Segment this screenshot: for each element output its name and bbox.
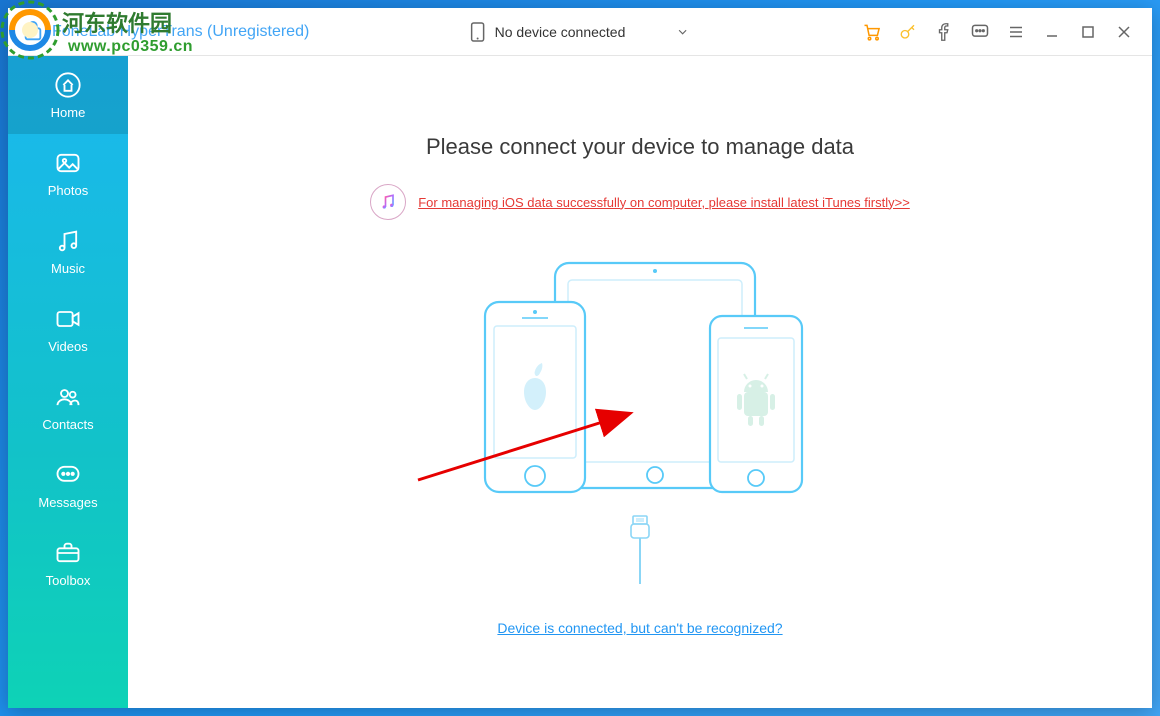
sidebar-item-label: Contacts	[42, 417, 93, 432]
cart-icon	[862, 22, 882, 42]
itunes-install-link[interactable]: For managing iOS data successfully on co…	[418, 195, 910, 210]
chat-icon	[970, 22, 990, 42]
cart-button[interactable]	[854, 14, 890, 50]
messages-icon	[54, 461, 82, 489]
device-selector-dropdown[interactable]: No device connected	[457, 16, 704, 48]
music-icon	[54, 227, 82, 255]
sidebar-item-label: Videos	[48, 339, 88, 354]
sidebar-item-label: Photos	[48, 183, 88, 198]
phone-icon	[471, 22, 485, 42]
contacts-icon	[54, 383, 82, 411]
device-not-recognized-link[interactable]: Device is connected, but can't be recogn…	[497, 620, 782, 636]
sidebar: Home Photos Music	[8, 56, 128, 708]
sidebar-item-label: Music	[51, 261, 85, 276]
desktop-background: 河东软件园 www.pc0359.cn FoneLab HyperTrans (…	[0, 0, 1160, 716]
home-icon	[54, 71, 82, 99]
feedback-button[interactable]	[962, 14, 998, 50]
sidebar-item-messages[interactable]: Messages	[8, 446, 128, 524]
videos-icon	[54, 305, 82, 333]
maximize-button[interactable]	[1070, 14, 1106, 50]
itunes-icon	[370, 184, 406, 220]
chevron-down-icon	[675, 25, 689, 39]
main-content: Please connect your device to manage dat…	[128, 56, 1152, 708]
sidebar-item-videos[interactable]: Videos	[8, 290, 128, 368]
device-selector-label: No device connected	[495, 24, 626, 40]
app-window: FoneLab HyperTrans (Unregistered) No dev…	[8, 8, 1152, 708]
photos-icon	[54, 149, 82, 177]
watermark-text-cn: 河东软件园	[62, 6, 172, 38]
sidebar-item-label: Toolbox	[46, 573, 91, 588]
sidebar-item-contacts[interactable]: Contacts	[8, 368, 128, 446]
devices-illustration	[450, 260, 830, 510]
titlebar-actions	[854, 14, 1152, 50]
menu-icon	[1007, 23, 1025, 41]
close-button[interactable]	[1106, 14, 1142, 50]
minimize-icon	[1045, 25, 1059, 39]
sidebar-item-toolbox[interactable]: Toolbox	[8, 524, 128, 602]
sidebar-item-label: Messages	[38, 495, 97, 510]
itunes-notice-row: For managing iOS data successfully on co…	[370, 184, 910, 220]
watermark-logo	[0, 0, 60, 60]
iphone-device	[485, 302, 585, 492]
sidebar-item-photos[interactable]: Photos	[8, 134, 128, 212]
facebook-icon	[935, 23, 953, 41]
key-icon	[899, 23, 917, 41]
sidebar-item-label: Home	[51, 105, 86, 120]
close-icon	[1117, 25, 1131, 39]
maximize-icon	[1081, 25, 1095, 39]
usb-cable-illustration	[620, 514, 660, 584]
watermark-text-url: www.pc0359.cn	[68, 38, 193, 56]
sidebar-item-music[interactable]: Music	[8, 212, 128, 290]
facebook-button[interactable]	[926, 14, 962, 50]
minimize-button[interactable]	[1034, 14, 1070, 50]
toolbox-icon	[54, 539, 82, 567]
menu-button[interactable]	[998, 14, 1034, 50]
connect-heading: Please connect your device to manage dat…	[426, 134, 854, 160]
app-body: Home Photos Music	[8, 56, 1152, 708]
register-key-button[interactable]	[890, 14, 926, 50]
sidebar-item-home[interactable]: Home	[8, 56, 128, 134]
